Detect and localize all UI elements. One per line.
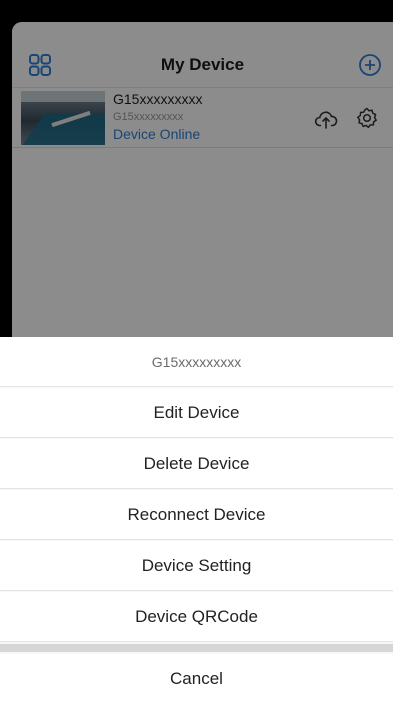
edit-device-button[interactable]: Edit Device [0, 388, 393, 438]
action-sheet-title: G15xxxxxxxxx [0, 337, 393, 387]
sheet-separator [0, 644, 393, 652]
action-sheet: G15xxxxxxxxx Edit Device Delete Device R… [0, 337, 393, 704]
device-setting-button[interactable]: Device Setting [0, 541, 393, 591]
reconnect-device-button[interactable]: Reconnect Device [0, 490, 393, 540]
delete-device-button[interactable]: Delete Device [0, 439, 393, 489]
cancel-button[interactable]: Cancel [0, 654, 393, 704]
device-qrcode-button[interactable]: Device QRCode [0, 592, 393, 642]
